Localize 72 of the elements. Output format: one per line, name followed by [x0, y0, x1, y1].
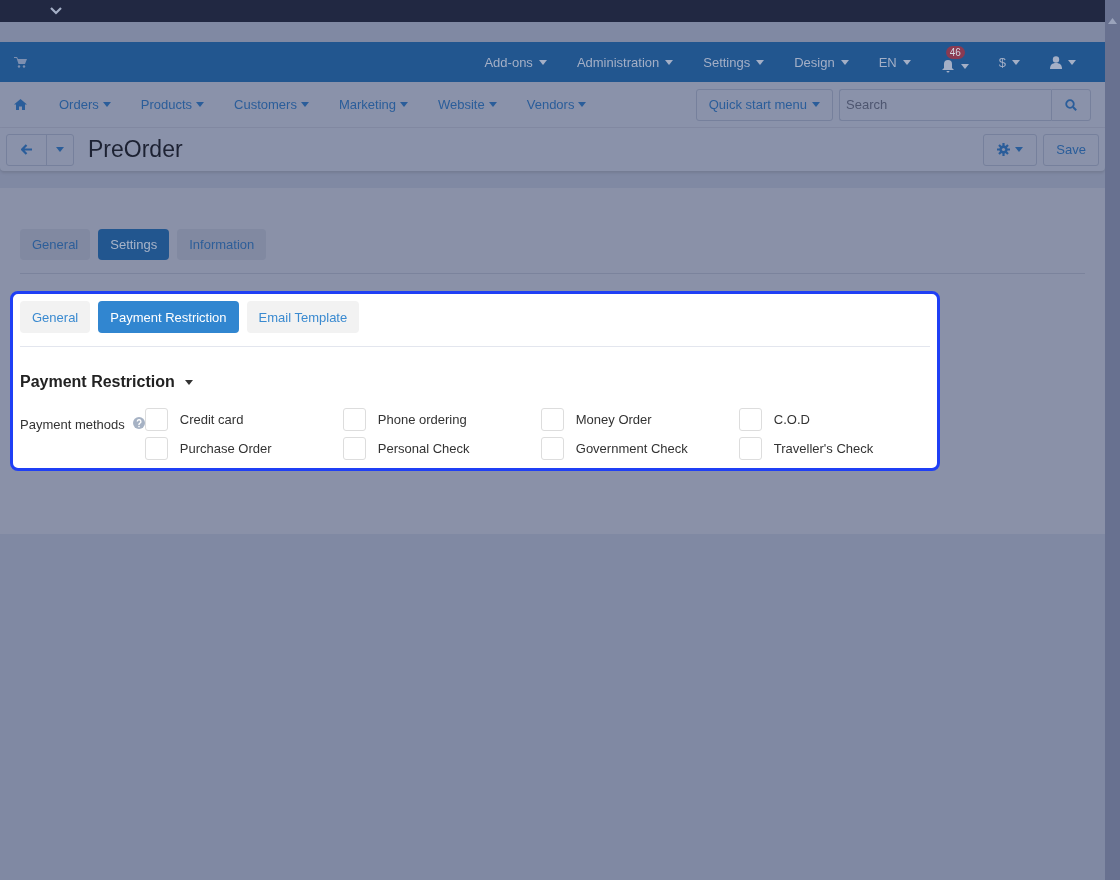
search-icon	[1065, 98, 1077, 111]
tab[interactable]: Settings	[98, 229, 170, 260]
search-button[interactable]	[1051, 88, 1091, 121]
caret-icon	[960, 63, 969, 69]
header-menu[interactable]: EN	[863, 54, 926, 70]
tab[interactable]: Information	[177, 229, 267, 260]
checkbox[interactable]	[540, 437, 564, 460]
settings-button[interactable]	[983, 133, 1038, 166]
quick-start-menu-button[interactable]: Quick start menu	[695, 88, 833, 121]
caret-icon	[400, 102, 408, 107]
home-icon[interactable]	[14, 99, 27, 110]
settings-icon	[997, 143, 1011, 156]
header-menu[interactable]: $	[983, 54, 1035, 70]
tab[interactable]: General	[20, 229, 91, 260]
chevron-down-icon[interactable]	[50, 7, 62, 15]
checkbox-label: Purchase Order	[179, 441, 272, 456]
nav-menu[interactable]: Website	[438, 97, 497, 112]
header-menu[interactable]: Add-ons	[469, 54, 562, 70]
save-button[interactable]: Save	[1043, 133, 1099, 166]
checkbox-label: Credit card	[179, 412, 244, 427]
caret-icon	[1068, 59, 1076, 65]
nav-menu[interactable]: Vendors	[526, 97, 587, 112]
checkbox[interactable]	[342, 437, 366, 460]
caret-icon	[812, 102, 820, 107]
checkbox-label: Personal Check	[377, 441, 470, 456]
header-menu[interactable]: Administration	[561, 54, 689, 70]
search-field[interactable]: Search	[839, 88, 1051, 121]
caret-icon	[578, 102, 587, 107]
caret-icon	[538, 59, 547, 65]
notifications-button[interactable]: 46	[925, 46, 984, 78]
checkbox[interactable]	[738, 408, 762, 431]
arrow-left-icon	[20, 144, 33, 155]
checkbox-label: C.O.D	[773, 412, 810, 427]
checkbox[interactable]	[540, 408, 564, 431]
scroll-up-icon[interactable]	[1108, 18, 1117, 24]
field-label: Payment methods	[20, 417, 125, 432]
caret-icon	[196, 102, 205, 107]
caret-icon	[488, 102, 497, 107]
checkbox[interactable]	[342, 408, 366, 431]
checkbox-label: Phone ordering	[377, 412, 467, 427]
checkbox-label: Traveller's Check	[773, 441, 874, 456]
caret-icon	[665, 59, 674, 65]
notification-badge: 46	[945, 46, 965, 59]
tab[interactable]: Payment Restriction	[98, 301, 239, 333]
checkbox-label: Government Check	[575, 441, 688, 456]
checkbox[interactable]	[738, 437, 762, 460]
tab[interactable]: Email Template	[246, 301, 360, 333]
page-title: PreOrder	[88, 136, 183, 163]
help-icon[interactable]	[132, 417, 145, 429]
header-menu[interactable]: Settings	[688, 54, 780, 70]
nav-menu[interactable]: Orders	[59, 97, 111, 112]
cart-icon[interactable]	[14, 56, 27, 68]
caret-icon	[1015, 147, 1024, 152]
nav-menu[interactable]: Marketing	[338, 97, 408, 112]
caret-icon	[184, 379, 193, 385]
caret-icon	[1012, 59, 1020, 65]
checkbox[interactable]	[144, 408, 168, 431]
checkbox-label: Money Order	[575, 412, 652, 427]
caret-icon	[840, 59, 849, 65]
checkbox[interactable]	[144, 437, 168, 460]
caret-icon	[56, 147, 64, 152]
caret-icon	[902, 59, 911, 65]
user-icon	[1050, 55, 1062, 69]
bell-icon	[940, 59, 955, 73]
caret-icon	[102, 102, 111, 107]
caret-icon	[756, 59, 765, 65]
tab[interactable]: General	[20, 301, 91, 333]
caret-icon	[300, 102, 309, 107]
nav-menu[interactable]: Products	[140, 97, 205, 112]
header-menu[interactable]: Design	[779, 54, 864, 70]
nav-menu[interactable]: Customers	[234, 97, 309, 112]
section-heading[interactable]: Payment Restriction	[20, 373, 193, 391]
